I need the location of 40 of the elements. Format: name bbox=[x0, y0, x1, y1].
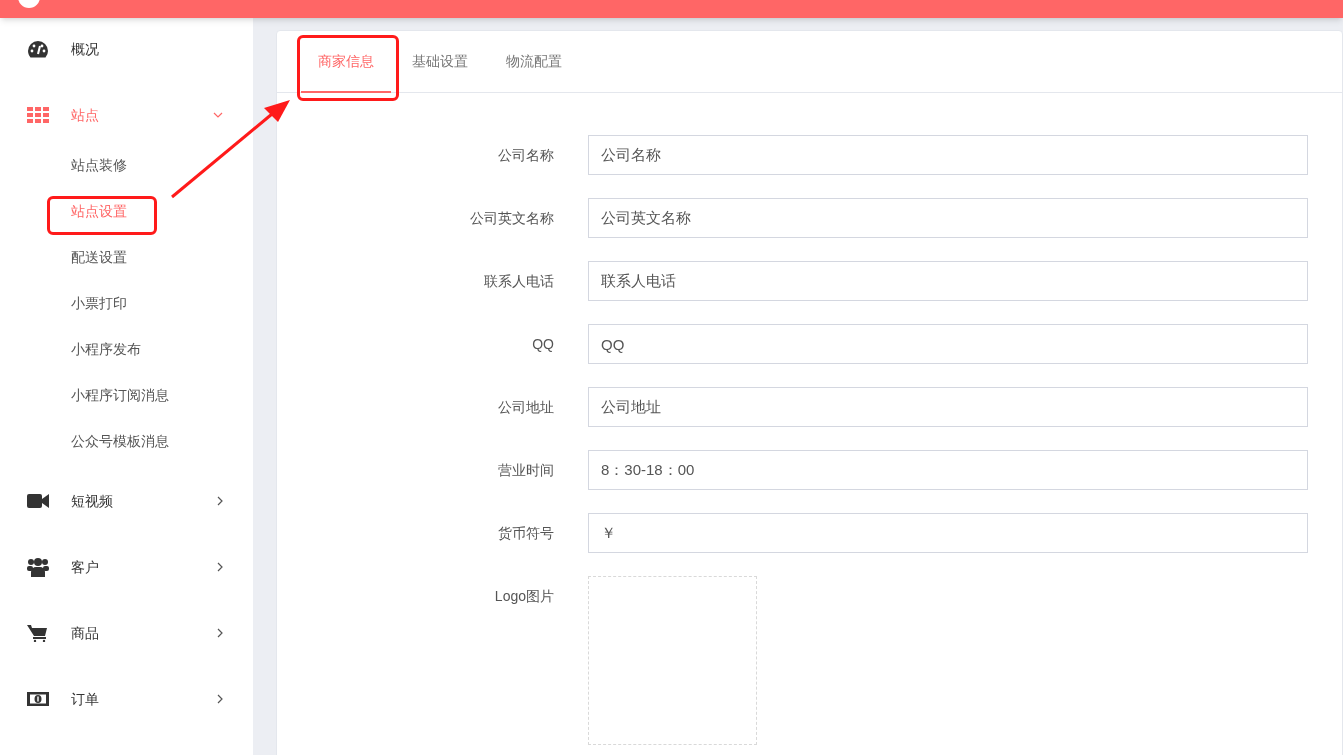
input-field[interactable]: ￥ bbox=[588, 513, 1308, 553]
input-field[interactable]: 公司英文名称 bbox=[588, 198, 1308, 238]
submenu-item[interactable]: 小票打印 bbox=[71, 292, 127, 314]
field-label: 公司地址 bbox=[497, 397, 554, 417]
field-label: QQ bbox=[531, 334, 554, 354]
sidebar-item[interactable]: 概况 bbox=[0, 16, 253, 82]
tab[interactable]: 基础设置 bbox=[395, 31, 485, 93]
submenu-item[interactable]: 公众号模板消息 bbox=[71, 430, 169, 452]
chevron-down-icon bbox=[213, 112, 223, 118]
field-label: 营业时间 bbox=[497, 460, 554, 480]
cart-icon bbox=[27, 624, 47, 642]
sidebar-item[interactable]: 商品 bbox=[0, 600, 253, 666]
banknote-icon bbox=[27, 692, 49, 706]
chevron-right-icon bbox=[217, 562, 223, 572]
field-label: 公司名称 bbox=[497, 145, 554, 165]
sidebar-item[interactable]: 短视频 bbox=[0, 468, 253, 534]
submenu-item[interactable]: 站点装修 bbox=[71, 154, 127, 176]
input-field[interactable]: QQ bbox=[588, 324, 1308, 364]
field-label: 联系人电话 bbox=[483, 271, 554, 291]
chevron-right-icon bbox=[217, 694, 223, 704]
input-field[interactable]: 8：30-18：00 bbox=[588, 450, 1308, 490]
users-icon bbox=[27, 557, 49, 577]
field-label: 货币符号 bbox=[497, 523, 554, 543]
image-upload-area[interactable] bbox=[588, 576, 757, 745]
gauge-icon bbox=[27, 40, 49, 58]
input-field[interactable]: 公司名称 bbox=[588, 135, 1308, 175]
video-camera-icon bbox=[27, 494, 49, 508]
field-label: 公司英文名称 bbox=[469, 208, 554, 228]
chevron-right-icon bbox=[217, 496, 223, 506]
sidebar-item[interactable]: 订单 bbox=[0, 666, 253, 732]
chevron-right-icon bbox=[217, 628, 223, 638]
input-field[interactable]: 公司地址 bbox=[588, 387, 1308, 427]
field-label: Logo图片 bbox=[493, 587, 554, 606]
submenu-item[interactable]: 小程序发布 bbox=[71, 338, 141, 360]
sidebar-item[interactable]: 客户 bbox=[0, 534, 253, 600]
submenu-item[interactable]: 小程序订阅消息 bbox=[71, 384, 169, 406]
submenu-item[interactable]: 配送设置 bbox=[71, 246, 127, 268]
tab[interactable]: 物流配置 bbox=[489, 31, 579, 93]
grid-icon bbox=[27, 107, 49, 123]
input-field[interactable]: 联系人电话 bbox=[588, 261, 1308, 301]
